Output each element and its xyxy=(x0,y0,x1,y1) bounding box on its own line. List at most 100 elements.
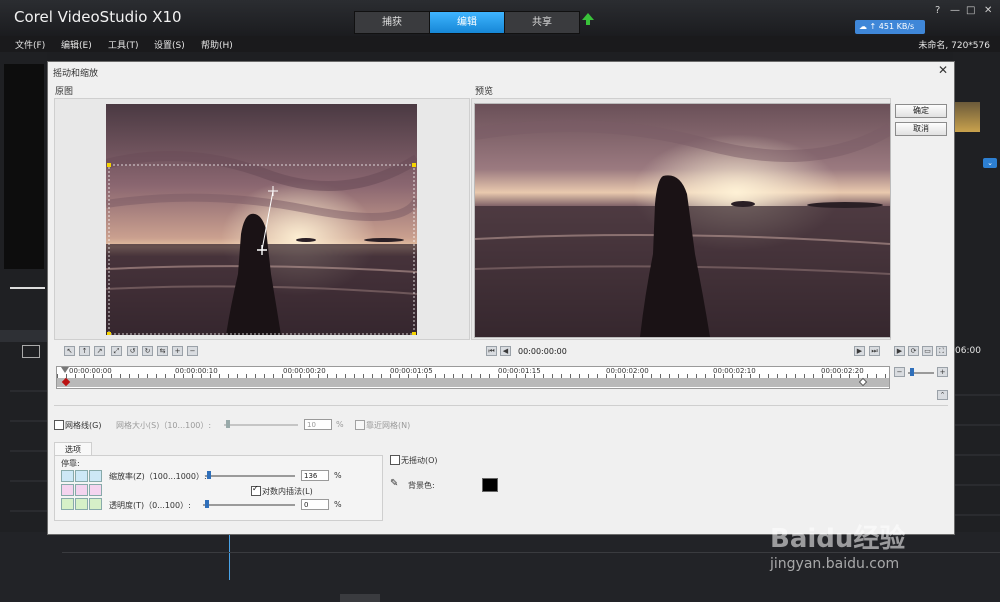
timeline-track[interactable] xyxy=(57,378,889,387)
stop-top-right[interactable] xyxy=(89,470,102,482)
menu-file[interactable]: 文件(F) xyxy=(15,38,45,51)
zoom-thumb[interactable] xyxy=(207,471,211,479)
grid-size-unit: % xyxy=(336,420,344,429)
watermark-logo: Baidu经验 xyxy=(770,524,906,554)
previous-frame-icon[interactable]: ◀ xyxy=(500,346,511,356)
timeline-playhead-icon[interactable] xyxy=(61,367,69,373)
dialog-close-icon[interactable]: ✕ xyxy=(938,63,948,77)
align-top-right-icon[interactable]: ↗ xyxy=(94,346,105,356)
keyframe-timeline[interactable]: 00:00:00:00 00:00:00:10 00:00:00:20 00:0… xyxy=(56,366,890,389)
cancel-button[interactable]: 取消 xyxy=(895,122,947,136)
library-thumbnail[interactable] xyxy=(954,102,980,132)
tab-edit[interactable]: 编辑 xyxy=(429,11,505,34)
rotate-left-icon[interactable]: ↺ xyxy=(127,346,138,356)
project-info: 未命名, 720*576 xyxy=(918,41,990,51)
rotate-right-icon[interactable]: ↻ xyxy=(142,346,153,356)
maximize-icon[interactable]: □ xyxy=(966,5,975,16)
menu-edit[interactable]: 编辑(E) xyxy=(61,38,92,51)
background-left-panel xyxy=(0,52,47,602)
stop-bottom-right[interactable] xyxy=(89,498,102,510)
opacity-input[interactable]: 0 xyxy=(301,499,329,510)
monitor-icon[interactable]: ▭ xyxy=(922,346,933,356)
go-to-end-icon[interactable]: ⏭ xyxy=(869,346,880,356)
options-panel: 停靠: 缩放率(Z)（100...1000）: 136 % ✓ 对数内插法(L)… xyxy=(54,455,383,521)
snap-grid-checkbox[interactable] xyxy=(355,420,365,430)
collapse-options-icon[interactable]: ⌃ xyxy=(937,390,948,400)
minimize-icon[interactable]: — xyxy=(950,5,960,16)
align-top-left-icon[interactable]: ↖ xyxy=(64,346,75,356)
grid-size-thumb[interactable] xyxy=(226,420,230,428)
go-to-start-icon[interactable]: ⏮ xyxy=(486,346,497,356)
playhead-line xyxy=(229,532,230,580)
timeline-zoom-in-icon[interactable]: + xyxy=(937,367,948,377)
pan-zoom-dialog: 摇动和缩放 ✕ 原图 预览 确定 取消 ↖ ↑ ↗ ⤢ ↺ ↻ ⇆ + − ⏮ … xyxy=(47,61,955,535)
ok-button[interactable]: 确定 xyxy=(895,104,947,118)
app-title-bar: Corel VideoStudio X10 捕获 编辑 共享 ☁ ↑ 451 K… xyxy=(0,0,1000,36)
zoom-label: 缩放率(Z)（100...1000）: xyxy=(109,472,207,481)
flip-icon[interactable]: ⇆ xyxy=(157,346,168,356)
eyedropper-icon[interactable]: ✎ xyxy=(390,478,398,489)
chevron-down-icon[interactable]: ⌄ xyxy=(983,158,997,168)
preview-timecode[interactable]: 00:00:00:00 xyxy=(518,347,567,356)
stop-top[interactable] xyxy=(75,470,88,482)
stop-right[interactable] xyxy=(89,484,102,496)
stop-top-left[interactable] xyxy=(61,470,74,482)
zoom-out-icon[interactable]: − xyxy=(187,346,198,356)
align-top-icon[interactable]: ↑ xyxy=(79,346,90,356)
tab-capture[interactable]: 捕获 xyxy=(354,11,430,34)
no-shake-label: 无摇动(O) xyxy=(401,456,438,465)
zoom-slider[interactable] xyxy=(205,475,295,477)
opacity-slider[interactable] xyxy=(203,504,295,506)
original-image[interactable] xyxy=(106,104,417,335)
grid-size-label: 网格大小(S)（10...100）: xyxy=(116,421,212,430)
timeline-zoom-thumb[interactable] xyxy=(910,368,914,376)
interp-label: 对数内插法(L) xyxy=(262,487,313,496)
timeline-zoom-out-icon[interactable]: − xyxy=(894,367,905,377)
snap-grid-label: 靠近网格(N) xyxy=(366,421,411,430)
tab-options[interactable]: 选项 xyxy=(54,442,92,456)
zoom-in-icon[interactable]: + xyxy=(172,346,183,356)
menu-settings[interactable]: 设置(S) xyxy=(154,38,185,51)
no-shake-checkbox[interactable] xyxy=(390,455,400,465)
opacity-unit: % xyxy=(334,500,342,509)
interp-checkbox[interactable]: ✓ xyxy=(251,484,261,496)
help-icon[interactable]: ? xyxy=(935,5,940,16)
bg-color-swatch[interactable] xyxy=(482,478,498,492)
original-image-panel xyxy=(54,98,470,340)
loop-icon[interactable]: ⟳ xyxy=(908,346,919,356)
menu-bar: 文件(F) 编辑(E) 工具(T) 设置(S) 帮助(H) 未命名, 720*5… xyxy=(0,36,1000,52)
opacity-label: 透明度(T)（0...100）: xyxy=(109,501,191,510)
zoom-input[interactable]: 136 xyxy=(301,470,329,481)
tab-share[interactable]: 共享 xyxy=(504,11,580,34)
menu-help[interactable]: 帮助(H) xyxy=(201,38,233,51)
fullscreen-icon[interactable]: ⛶ xyxy=(936,346,947,356)
fit-icon[interactable]: ⤢ xyxy=(111,346,122,356)
net-speed-badge: ☁ ↑ 451 KB/s xyxy=(855,20,925,34)
stop-left[interactable] xyxy=(61,484,74,496)
background-right-panel: ⌄ 06:00 xyxy=(953,52,1000,602)
watermark-url: jingyan.baidu.com xyxy=(770,556,900,572)
preview-label: 预览 xyxy=(475,87,494,97)
next-frame-icon[interactable]: ▶ xyxy=(854,346,865,356)
opacity-thumb[interactable] xyxy=(205,500,209,508)
dialog-title: 摇动和缩放 xyxy=(53,69,99,79)
storyboard-icon[interactable] xyxy=(22,345,40,358)
stop-bottom[interactable] xyxy=(75,498,88,510)
app-title: Corel VideoStudio X10 xyxy=(14,8,182,26)
menu-tools[interactable]: 工具(T) xyxy=(108,38,139,51)
play-icon[interactable]: ▶ xyxy=(894,346,905,356)
gridlines-checkbox[interactable] xyxy=(54,420,64,430)
net-speed-value: 451 KB/s xyxy=(878,22,915,31)
background-timecode: 06:00 xyxy=(955,346,981,356)
stop-center[interactable] xyxy=(75,484,88,496)
close-icon[interactable]: ✕ xyxy=(984,5,992,16)
grid-size-slider[interactable] xyxy=(224,424,298,426)
preview-image xyxy=(474,103,891,338)
grid-size-input[interactable]: 10 xyxy=(304,419,332,430)
timeline-scrollbar[interactable] xyxy=(340,594,380,602)
stop-bottom-left[interactable] xyxy=(61,498,74,510)
zoom-unit: % xyxy=(334,471,342,480)
bg-color-label: 背景色: xyxy=(408,481,435,490)
upload-icon[interactable] xyxy=(582,13,594,25)
original-label: 原图 xyxy=(55,87,74,97)
